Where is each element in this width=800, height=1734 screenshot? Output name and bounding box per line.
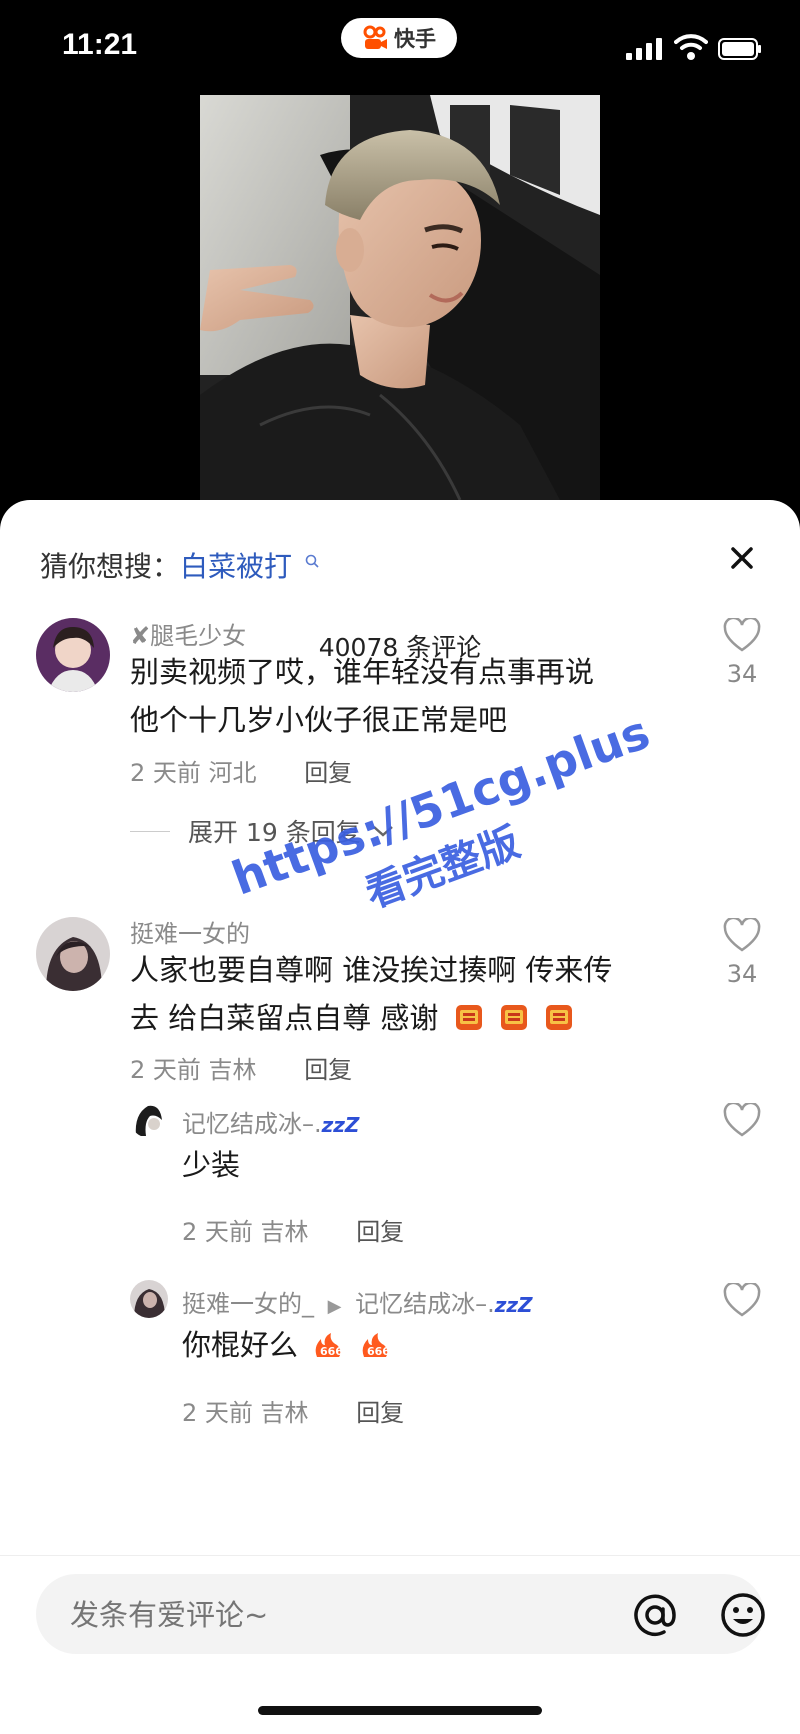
kuaishou-logo — [363, 25, 387, 49]
heart-icon[interactable] — [723, 918, 761, 954]
laotie-emoji — [455, 1005, 482, 1030]
reply-button[interactable]: 回复 — [356, 1399, 404, 1427]
comment-text: 别卖视频了哎，谁年轻没有点事再说 他个十几岁小伙子很正常是吧 — [130, 648, 594, 744]
search-icon — [305, 554, 319, 568]
comment-meta: 2 天前 吉林 回复 — [130, 1050, 352, 1085]
avatar[interactable] — [36, 618, 110, 692]
fire-emoji: 666 — [315, 1333, 344, 1358]
home-indicator — [258, 1706, 542, 1715]
avatar[interactable] — [36, 917, 110, 991]
app-badge[interactable]: 快手 — [341, 18, 457, 58]
heart-icon[interactable] — [723, 618, 761, 654]
comment-meta: 2 天前 河北 回复 — [130, 753, 352, 788]
comment-username[interactable]: ✘腿毛少女 — [130, 616, 246, 651]
reply-meta: 2 天前 吉林 回复 — [182, 1393, 404, 1428]
search-suggestion[interactable]: 猜你想搜：白菜被打 — [40, 545, 319, 585]
reply-arrow-icon: ▶ — [327, 1296, 342, 1317]
like-count: 34 — [726, 660, 758, 688]
reply-button[interactable]: 回复 — [304, 1056, 352, 1084]
reply-username-text: 记忆结成冰–. — [182, 1110, 322, 1138]
comment-text-line: 去 给白菜留点自尊 感谢 — [130, 994, 612, 1042]
emoji-icon[interactable] — [720, 1592, 766, 1638]
reply-button[interactable]: 回复 — [356, 1218, 404, 1246]
comment-text-line: 别卖视频了哎，谁年轻没有点事再说 — [130, 655, 595, 689]
comment-location: 吉林 — [208, 1056, 257, 1084]
comment-username[interactable]: 挺难一女的 — [130, 914, 250, 949]
close-icon[interactable] — [722, 538, 762, 578]
reply-username-text: 挺难一女的_ — [182, 1290, 314, 1318]
suggest-label: 猜你想搜： — [40, 550, 181, 583]
avatar[interactable] — [130, 1280, 168, 1318]
reply-text-span: 你棍好么 — [182, 1328, 299, 1362]
svg-text:666: 666 — [367, 1345, 390, 1358]
comment-location: 河北 — [208, 759, 257, 787]
fire-emoji: 666 — [363, 1333, 391, 1358]
zz-emoji: zzZ — [494, 1293, 533, 1317]
reply-time: 2 天前 — [182, 1218, 253, 1246]
divider — [130, 830, 170, 832]
heart-icon[interactable] — [723, 1103, 761, 1139]
signal-icon — [626, 38, 662, 60]
app-name: 快手 — [394, 27, 436, 51]
laotie-emoji — [546, 1005, 573, 1030]
status-bar: 11:21 快手 — [0, 0, 800, 95]
comment-text-line: 他个十几岁小伙子很正常是吧 — [130, 703, 508, 737]
reply-location: 吉林 — [260, 1218, 309, 1246]
comment-input[interactable] — [68, 1574, 572, 1656]
reply-button[interactable]: 回复 — [304, 759, 352, 787]
battery-icon — [718, 38, 761, 60]
reply-target-user[interactable]: 记忆结成冰–. — [355, 1290, 495, 1318]
reply-text: 你棍好么 666 666 — [182, 1321, 392, 1369]
status-time: 11:21 — [62, 28, 138, 61]
reply-username[interactable]: 挺难一女的_ ▶ 记忆结成冰–.zzZ — [182, 1284, 533, 1319]
reply-username[interactable]: 记忆结成冰–.zzZ — [182, 1104, 359, 1139]
laotie-emoji — [500, 1005, 527, 1030]
reply-text: 少装 — [182, 1148, 241, 1182]
at-icon[interactable] — [632, 1592, 678, 1638]
reply-time: 2 天前 — [182, 1399, 253, 1427]
video-player[interactable] — [200, 95, 600, 500]
comment-sheet: 猜你想搜：白菜被打 40078 条评论 ✘腿毛少女 别卖视频了哎，谁年轻没有点事… — [0, 500, 800, 1733]
reply-meta: 2 天前 吉林 回复 — [182, 1212, 404, 1247]
zz-emoji: zzZ — [321, 1113, 360, 1137]
heart-icon[interactable] — [723, 1283, 761, 1319]
video-frame — [200, 95, 600, 500]
comment-text: 人家也要自尊啊 谁没挨过揍啊 传来传 去 给白菜留点自尊 感谢 — [130, 946, 612, 1042]
comment-text-span: 去 给白菜留点自尊 感谢 — [130, 1001, 439, 1035]
comment-input-bar — [0, 1555, 800, 1734]
svg-text:666: 666 — [320, 1345, 343, 1358]
like-count: 34 — [726, 960, 758, 988]
comment-time: 2 天前 — [130, 1056, 201, 1084]
comment-input-container[interactable] — [36, 1574, 766, 1656]
suggest-keyword[interactable]: 白菜被打 — [180, 550, 292, 583]
wifi-icon — [674, 34, 708, 60]
comment-time: 2 天前 — [130, 759, 201, 787]
comment-text-line: 人家也要自尊啊 谁没挨过揍啊 传来传 — [130, 953, 613, 987]
avatar[interactable] — [130, 1100, 168, 1138]
reply-location: 吉林 — [260, 1399, 309, 1427]
